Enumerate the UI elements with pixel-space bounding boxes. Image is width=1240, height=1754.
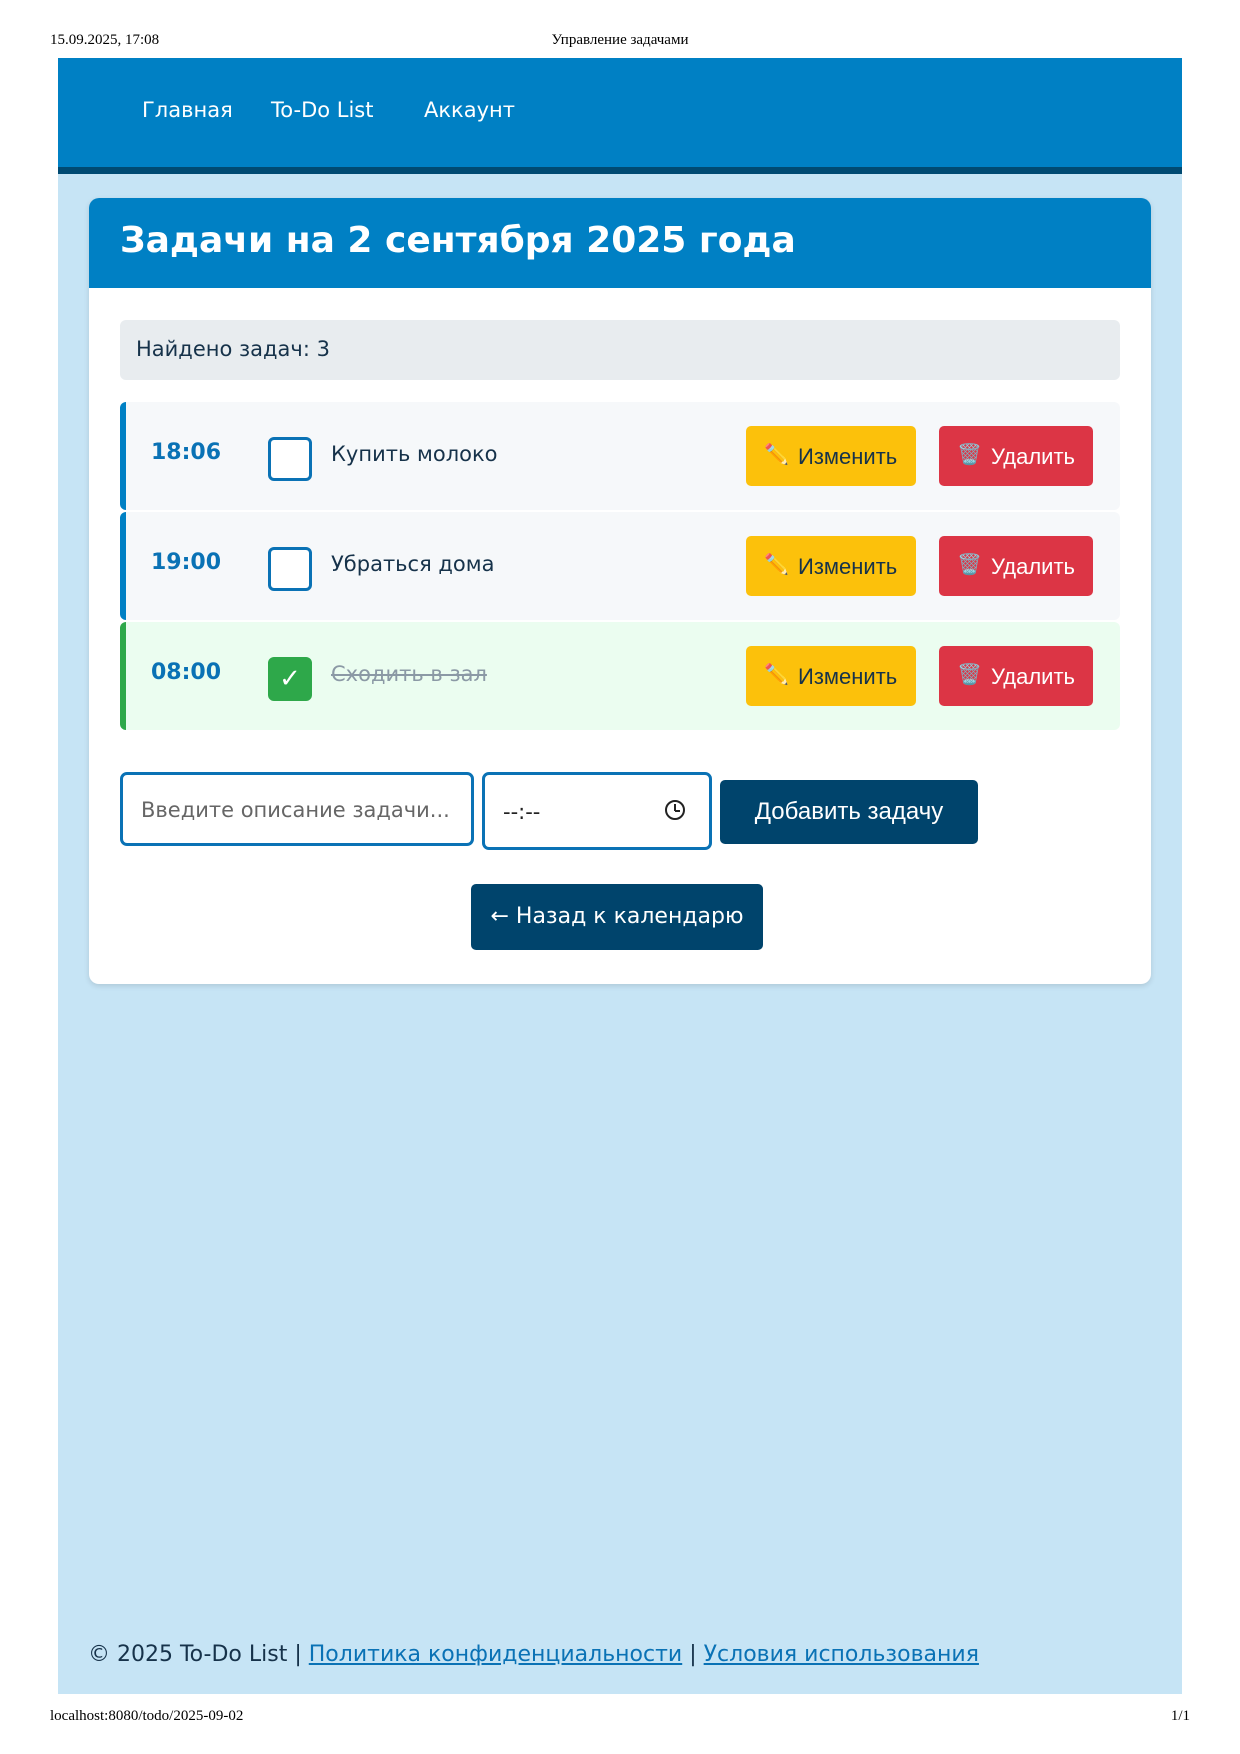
trash-icon: 🗑️ [957, 442, 982, 466]
edit-button-label: Изменить [798, 554, 898, 579]
edit-button-label: Изменить [798, 444, 898, 469]
add-task-button[interactable]: Добавить задачу [720, 780, 978, 844]
edit-button[interactable]: ✏️ Изменить [746, 536, 916, 596]
task-time: 08:00 [151, 660, 222, 685]
task-item: 18:06 Купить молоко ✏️ Изменить 🗑️ Удали… [120, 402, 1120, 510]
task-item: 19:00 Убраться дома ✏️ Изменить 🗑️ Удали… [120, 512, 1120, 620]
task-checkbox-checked[interactable]: ✓ [268, 657, 312, 701]
delete-button-label: Удалить [991, 664, 1075, 689]
edit-button-label: Изменить [798, 664, 898, 689]
nav-item-account[interactable]: Аккаунт [424, 98, 515, 122]
copyright: © 2025 To-Do List [88, 1642, 288, 1667]
delete-button[interactable]: 🗑️ Удалить [939, 536, 1093, 596]
edit-button[interactable]: ✏️ Изменить [746, 426, 916, 486]
edit-button[interactable]: ✏️ Изменить [746, 646, 916, 706]
site-footer: © 2025 To-Do List | Политика конфиденциа… [88, 1642, 979, 1667]
delete-button[interactable]: 🗑️ Удалить [939, 646, 1093, 706]
delete-button-label: Удалить [991, 554, 1075, 579]
print-page-number: 1/1 [1170, 1708, 1190, 1724]
delete-button-label: Удалить [991, 444, 1075, 469]
tasks-count: Найдено задач: 3 [120, 320, 1120, 380]
print-title: Управление задачами [551, 32, 689, 48]
task-checkbox[interactable] [268, 437, 312, 481]
footer-separator: | [689, 1642, 697, 1667]
trash-icon: 🗑️ [957, 552, 982, 576]
task-item-done: 08:00 ✓ Сходить в зал ✏️ Изменить 🗑️ Уда… [120, 622, 1120, 730]
terms-of-use-link[interactable]: Условия использования [704, 1642, 979, 1667]
privacy-policy-link[interactable]: Политика конфиденциальности [309, 1642, 682, 1667]
task-description-input[interactable]: Введите описание задачи... [120, 772, 474, 846]
footer-separator: | [294, 1642, 302, 1667]
page: Главная To-Do List Аккаунт Задачи на 2 с… [58, 58, 1182, 1694]
pencil-icon: ✏️ [764, 442, 789, 466]
task-time: 18:06 [151, 440, 222, 465]
navbar: Главная To-Do List Аккаунт [58, 58, 1182, 174]
nav-item-todo-list[interactable]: To-Do List [271, 98, 373, 122]
delete-button[interactable]: 🗑️ Удалить [939, 426, 1093, 486]
clock-icon[interactable] [665, 800, 685, 820]
task-time-input[interactable]: --:-- [482, 772, 712, 850]
print-url: localhost:8080/todo/2025-09-02 [50, 1708, 244, 1724]
back-to-calendar-button[interactable]: ← Назад к календарю [471, 884, 763, 950]
task-checkbox[interactable] [268, 547, 312, 591]
card-header: Задачи на 2 сентября 2025 года [89, 198, 1151, 288]
page-title: Задачи на 2 сентября 2025 года [120, 220, 796, 261]
task-text: Купить молоко [331, 442, 498, 466]
print-header: 15.09.2025, 17:08 Управление задачами [50, 32, 1190, 52]
print-footer: localhost:8080/todo/2025-09-02 1/1 [50, 1708, 1190, 1728]
pencil-icon: ✏️ [764, 552, 789, 576]
time-input-value: --:-- [503, 800, 541, 824]
task-text: Сходить в зал [331, 662, 487, 686]
task-text: Убраться дома [331, 552, 495, 576]
task-time: 19:00 [151, 550, 222, 575]
pencil-icon: ✏️ [764, 662, 789, 686]
nav-item-home[interactable]: Главная [142, 98, 233, 122]
tasks-card: Задачи на 2 сентября 2025 года Найдено з… [89, 198, 1151, 984]
trash-icon: 🗑️ [957, 662, 982, 686]
